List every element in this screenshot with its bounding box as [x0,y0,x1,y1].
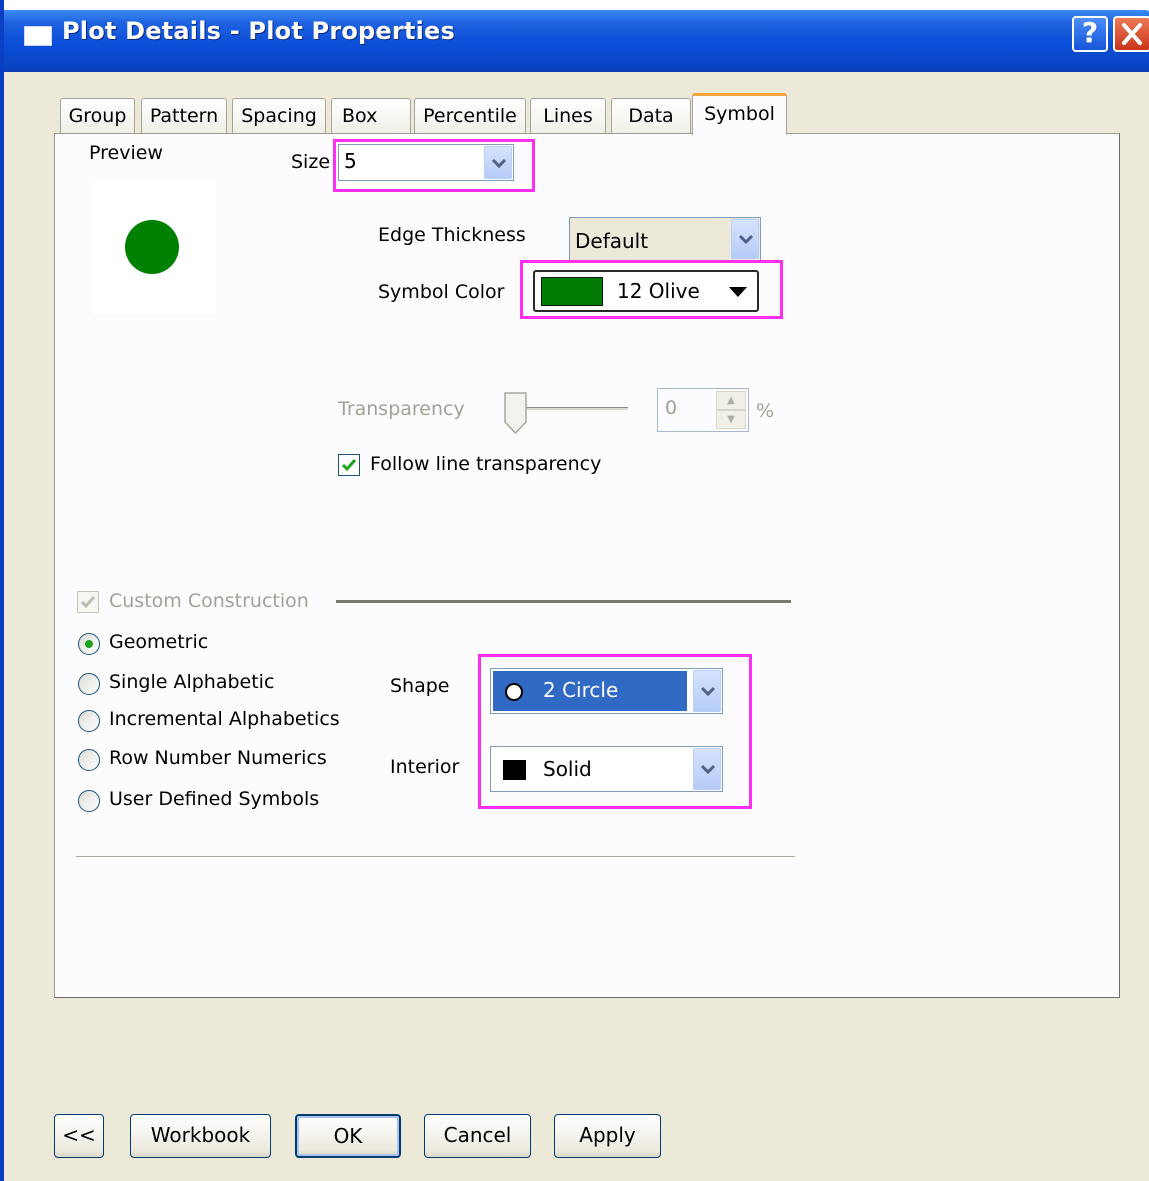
tab-pattern[interactable]: Pattern [141,98,227,134]
transparency-slider-track [516,407,628,411]
transparency-spinbox[interactable]: 0 ▲ ▼ [657,388,749,432]
transparency-slider-thumb[interactable] [504,392,527,434]
radio-incremental-alphabetics-label: Incremental Alphabetics [109,708,340,730]
radio-row-number-numerics[interactable] [78,749,100,771]
chevron-down-icon [491,158,507,169]
follow-line-transparency-checkbox[interactable] [338,454,360,476]
window-title: Plot Details - Plot Properties [62,17,456,45]
size-value: 5 [344,149,357,173]
window-icon [24,26,52,46]
cancel-button[interactable]: Cancel [424,1114,531,1158]
close-button[interactable] [1113,16,1149,52]
size-combo[interactable]: 5 [338,144,514,181]
transparency-unit: % [756,400,775,422]
circle-shape-icon [505,683,523,701]
size-label: Size [291,151,331,173]
tab-spacing[interactable]: Spacing [232,98,326,134]
color-swatch [541,277,603,306]
radio-single-alphabetic-label: Single Alphabetic [109,671,275,693]
ok-button[interactable]: OK [295,1114,401,1158]
radio-single-alphabetic[interactable] [78,673,100,695]
chevron-down-icon [738,234,754,245]
shape-combo[interactable]: 2 Circle [490,668,723,714]
preview-label: Preview [89,142,163,164]
preview-circle-symbol [125,220,179,274]
solid-fill-icon [503,760,526,780]
dropdown-triangle-icon [729,287,747,297]
radio-selected-dot [85,640,93,648]
interior-combo[interactable]: Solid [490,746,723,792]
radio-geometric-label: Geometric [109,631,209,653]
close-icon [1122,23,1142,45]
spin-up-icon[interactable]: ▲ [716,391,746,410]
chevron-down-icon [700,686,716,697]
radio-geometric[interactable] [78,633,100,655]
help-button[interactable]: ? [1072,16,1108,52]
size-dropdown-button[interactable] [484,146,512,179]
shape-label: Shape [390,675,450,697]
radio-user-defined-symbols[interactable] [78,790,100,812]
symbol-color-value: 12 Olive [617,279,700,303]
shape-value: 2 Circle [543,678,619,702]
follow-line-transparency-label: Follow line transparency [370,453,602,475]
edge-thickness-label: Edge Thickness [378,224,526,246]
bottom-separator [76,856,795,858]
radio-user-defined-symbols-label: User Defined Symbols [109,788,320,810]
transparency-spin-buttons[interactable]: ▲ ▼ [716,391,746,429]
tab-group[interactable]: Group [60,98,135,134]
check-icon [341,459,357,472]
edge-thickness-dropdown-button[interactable] [731,219,759,259]
chevron-down-icon [700,764,716,775]
collapse-button[interactable]: << [54,1114,104,1158]
tab-percentile[interactable]: Percentile [414,98,526,134]
custom-construction-label: Custom Construction [109,590,309,612]
workbook-button[interactable]: Workbook [130,1114,271,1158]
apply-button[interactable]: Apply [554,1114,661,1158]
custom-construction-checkbox[interactable] [77,591,99,613]
tab-lines[interactable]: Lines [530,98,606,134]
transparency-label: Transparency [338,398,465,420]
radio-row-number-numerics-label: Row Number Numerics [109,747,327,769]
tab-symbol[interactable]: Symbol [692,93,787,135]
shape-dropdown-button[interactable] [693,670,721,712]
tab-box[interactable]: Box [331,98,411,134]
interior-dropdown-button[interactable] [693,748,721,790]
transparency-value: 0 [665,397,678,419]
construction-separator [336,600,791,603]
edge-thickness-value: Default [575,229,649,253]
edge-thickness-combo[interactable]: Default [569,217,761,261]
check-icon [80,596,96,609]
interior-value: Solid [543,757,592,781]
spin-down-icon[interactable]: ▼ [716,410,746,429]
plot-details-dialog: Plot Details - Plot Properties ? Group P… [0,0,1149,1181]
radio-incremental-alphabetics[interactable] [78,710,100,732]
symbol-color-label: Symbol Color [378,281,505,303]
symbol-color-combo[interactable]: 12 Olive [533,270,759,312]
interior-label: Interior [390,756,460,778]
title-bar: Plot Details - Plot Properties ? [4,0,1149,72]
tab-data[interactable]: Data [611,98,691,134]
